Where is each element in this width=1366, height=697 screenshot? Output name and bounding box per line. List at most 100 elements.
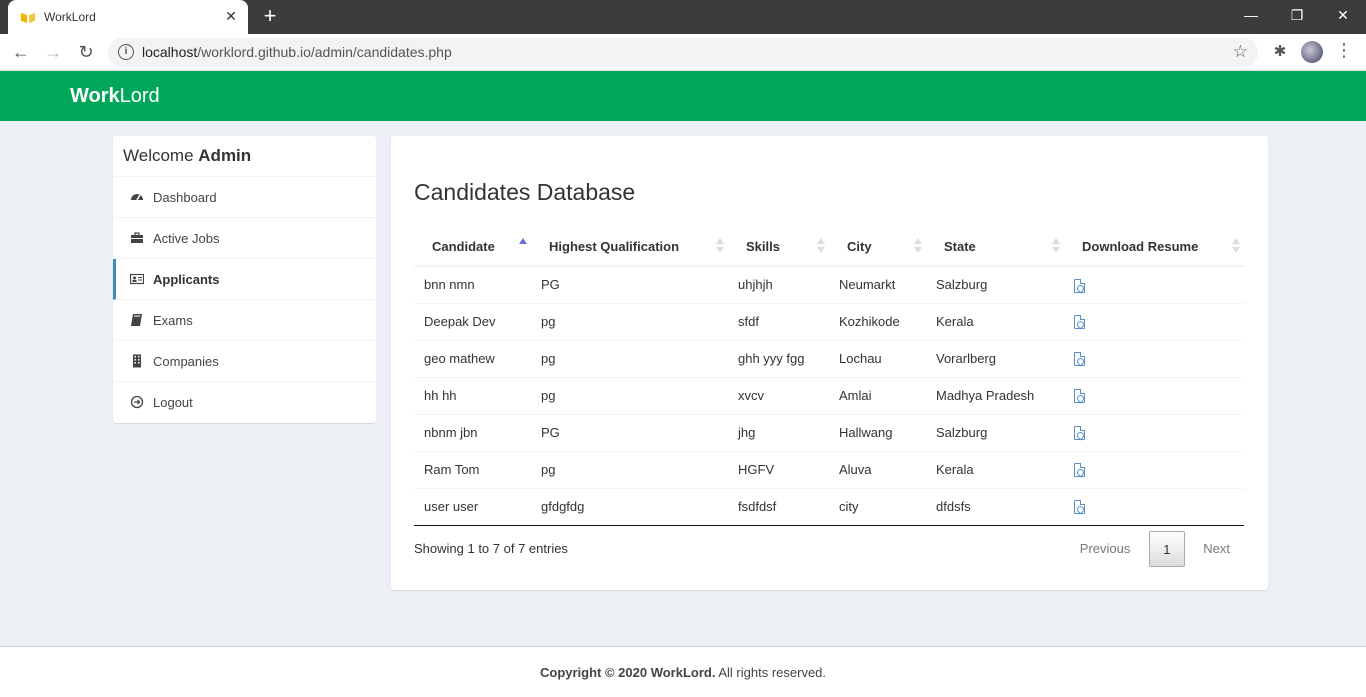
cell-candidate: nbnm jbn	[414, 413, 531, 451]
browser-toolbar: ← → ↻ i localhost/worklord.github.io/adm…	[0, 34, 1366, 71]
column-header-state[interactable]: State	[926, 227, 1064, 267]
browser-menu-icon[interactable]: ⋮	[1335, 40, 1353, 61]
sidebar-item-dashboard[interactable]: Dashboard	[113, 177, 376, 218]
sidebar-item-label: Active Jobs	[153, 231, 220, 246]
pdf-download-icon[interactable]	[1074, 500, 1085, 515]
cell-qualification: PG	[531, 413, 728, 451]
restore-icon[interactable]: ❐	[1274, 4, 1320, 26]
cell-skills: xvcv	[728, 376, 829, 414]
table-row: nbnm jbn PG jhg Hallwang Salzburg	[414, 413, 1244, 451]
sidebar-item-applicants[interactable]: Applicants	[113, 259, 376, 300]
forward-icon[interactable]: →	[40, 40, 66, 64]
cell-city: Kozhikode	[829, 302, 926, 340]
close-tab-icon[interactable]: ✕	[222, 7, 240, 25]
column-header-download-resume[interactable]: Download Resume	[1064, 227, 1244, 267]
url-host: localhost	[142, 44, 198, 60]
cell-state: Kerala	[926, 450, 1064, 488]
column-header-skills[interactable]: Skills	[728, 227, 829, 267]
cell-city: Amlai	[829, 376, 926, 414]
column-header-label: City	[847, 238, 872, 254]
profile-avatar[interactable]	[1301, 41, 1323, 63]
sidebar-item-logout[interactable]: Logout	[113, 382, 376, 423]
back-icon[interactable]: ←	[8, 40, 34, 64]
cell-city: Neumarkt	[829, 265, 926, 303]
sidebar-item-active-jobs[interactable]: Active Jobs	[113, 218, 376, 259]
browser-tab[interactable]: WorkLord ✕	[8, 0, 248, 34]
dashboard-icon	[130, 190, 144, 204]
candidates-table-wrapper: Candidate Highest Qualification Skills C…	[414, 227, 1244, 526]
table-row: user user gfdgfdg fsdfdsf city dfdsfs	[414, 487, 1244, 526]
cell-skills: sfdf	[728, 302, 829, 340]
sidebar-item-label: Dashboard	[153, 190, 217, 205]
cell-state: Salzburg	[926, 413, 1064, 451]
cell-candidate: geo mathew	[414, 339, 531, 377]
sort-icon	[1052, 238, 1060, 254]
tab-title: WorkLord	[44, 10, 96, 24]
bookmark-star-icon[interactable]: ☆	[1233, 42, 1248, 62]
column-header-candidate[interactable]: Candidate	[414, 227, 531, 267]
sidebar-item-companies[interactable]: Companies	[113, 341, 376, 382]
url-text[interactable]: localhost/worklord.github.io/admin/candi…	[142, 44, 452, 60]
cell-skills: fsdfdsf	[728, 487, 829, 526]
sidebar-item-exams[interactable]: Exams	[113, 300, 376, 341]
minimize-icon[interactable]: —	[1228, 4, 1274, 26]
book-favicon-icon	[21, 13, 35, 23]
address-bar[interactable]: i localhost/worklord.github.io/admin/can…	[108, 38, 1258, 67]
welcome-prefix: Welcome	[123, 146, 194, 165]
browser-tabbar: WorkLord ✕ + — ❐ ✕	[0, 0, 1366, 34]
app-header: WorkLord	[0, 71, 1366, 121]
cell-state: Vorarlberg	[926, 339, 1064, 377]
new-tab-icon[interactable]: +	[258, 5, 282, 29]
sidebar-item-label: Exams	[153, 313, 193, 328]
table-row: geo mathew pg ghh yyy fgg Lochau Vorarlb…	[414, 339, 1244, 377]
welcome-user: Admin	[198, 146, 252, 165]
table-info: Showing 1 to 7 of 7 entries	[414, 541, 568, 556]
sort-icon	[1232, 238, 1240, 254]
sign-out-icon	[130, 395, 144, 409]
reload-icon[interactable]: ↻	[73, 40, 99, 64]
extensions-puzzle-icon[interactable]: ✱	[1270, 42, 1290, 62]
logo[interactable]: WorkLord	[70, 85, 160, 108]
column-header-qualification[interactable]: Highest Qualification	[531, 227, 728, 267]
sort-icon	[716, 238, 724, 254]
pdf-download-icon[interactable]	[1074, 463, 1085, 478]
pdf-download-icon[interactable]	[1074, 278, 1085, 293]
cell-city: Lochau	[829, 339, 926, 377]
footer: Copyright © 2020 WorkLord. All rights re…	[0, 646, 1366, 697]
column-header-city[interactable]: City	[829, 227, 926, 267]
url-path: /worklord.github.io/admin/candidates.php	[197, 44, 452, 60]
logo-bold-text: Work	[70, 85, 120, 107]
briefcase-icon	[130, 231, 144, 245]
cell-state: Madhya Pradesh	[926, 376, 1064, 414]
cell-skills: jhg	[728, 413, 829, 451]
info-icon[interactable]: i	[118, 44, 134, 60]
footer-copyright: Copyright © 2020 WorkLord.	[539, 665, 716, 680]
sort-ascending-icon	[519, 238, 527, 254]
logo-rest-text: Lord	[119, 85, 160, 107]
cell-city: Aluva	[829, 450, 926, 488]
pdf-download-icon[interactable]	[1074, 389, 1085, 404]
sidebar-item-label: Applicants	[153, 272, 220, 287]
cell-qualification: pg	[531, 376, 728, 414]
pdf-download-icon[interactable]	[1074, 352, 1085, 367]
cell-download	[1064, 487, 1244, 526]
pdf-download-icon[interactable]	[1074, 426, 1085, 441]
close-window-icon[interactable]: ✕	[1320, 4, 1366, 26]
book-icon	[130, 313, 144, 327]
cell-download	[1064, 302, 1244, 340]
previous-page-button[interactable]: Previous	[1066, 531, 1145, 567]
page-1-button[interactable]: 1	[1148, 531, 1185, 567]
cell-state: dfdsfs	[926, 487, 1064, 526]
pagination: Previous 1 Next	[1066, 531, 1244, 567]
table-row: Ram Tom pg HGFV Aluva Kerala	[414, 450, 1244, 488]
cell-download	[1064, 376, 1244, 414]
cell-qualification: pg	[531, 302, 728, 340]
cell-download	[1064, 265, 1244, 303]
cell-candidate: bnn nmn	[414, 265, 531, 303]
next-page-button[interactable]: Next	[1189, 531, 1244, 567]
building-icon	[130, 354, 144, 368]
sidebar: Welcome Admin Dashboard Active Jobs Appl…	[113, 136, 376, 423]
cell-qualification: PG	[531, 265, 728, 303]
candidates-table: Candidate Highest Qualification Skills C…	[414, 227, 1244, 526]
pdf-download-icon[interactable]	[1074, 315, 1085, 330]
